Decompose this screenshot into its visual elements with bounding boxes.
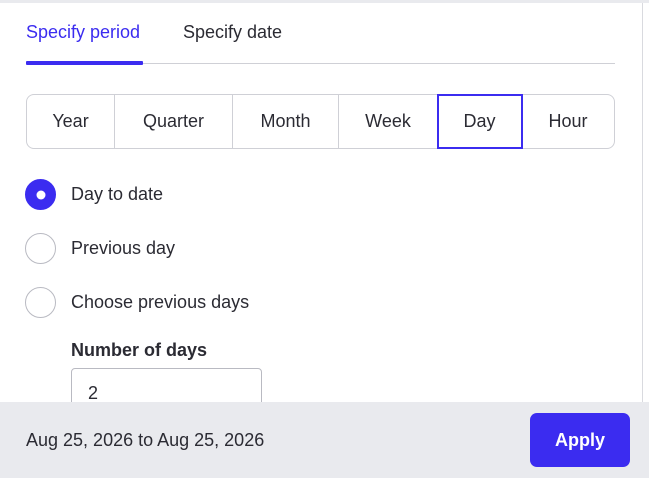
scrollbar-track[interactable] [642,3,649,402]
active-tab-indicator [26,61,143,65]
number-of-days-input[interactable] [71,368,262,402]
granularity-hour-button[interactable]: Hour [522,95,614,148]
radio-label: Day to date [71,184,164,204]
footer-bar: Aug 25, 2026 to Aug 25, 2026 Apply [0,402,649,478]
granularity-year-button[interactable]: Year [27,95,115,148]
tab-specify-period[interactable]: Specify period [26,22,140,43]
apply-button[interactable]: Apply [530,413,630,467]
tab-specify-date[interactable]: Specify date [183,22,282,43]
radio-button-checked[interactable] [25,179,56,210]
radio-day-to-date[interactable]: Day to date [25,179,163,210]
radio-label: Previous day [71,238,176,258]
radio-label: Choose previous days [71,292,250,312]
radio-button[interactable] [25,233,56,264]
number-of-days-label: Number of days [71,340,208,360]
granularity-selector: Year Quarter Month Week Day Hour [26,94,615,149]
radio-button[interactable] [25,287,56,318]
date-filter-panel: Specify period Specify date Year Quarter… [0,3,642,402]
tab-bar: Specify period Specify date [26,3,615,65]
granularity-month-button[interactable]: Month [233,95,339,148]
granularity-day-button[interactable]: Day [437,94,523,149]
radio-choose-previous-days[interactable]: Choose previous days [25,287,249,318]
date-range-summary: Aug 25, 2026 to Aug 25, 2026 [26,430,265,450]
granularity-week-button[interactable]: Week [339,95,438,148]
granularity-quarter-button[interactable]: Quarter [115,95,233,148]
radio-previous-day[interactable]: Previous day [25,233,175,264]
